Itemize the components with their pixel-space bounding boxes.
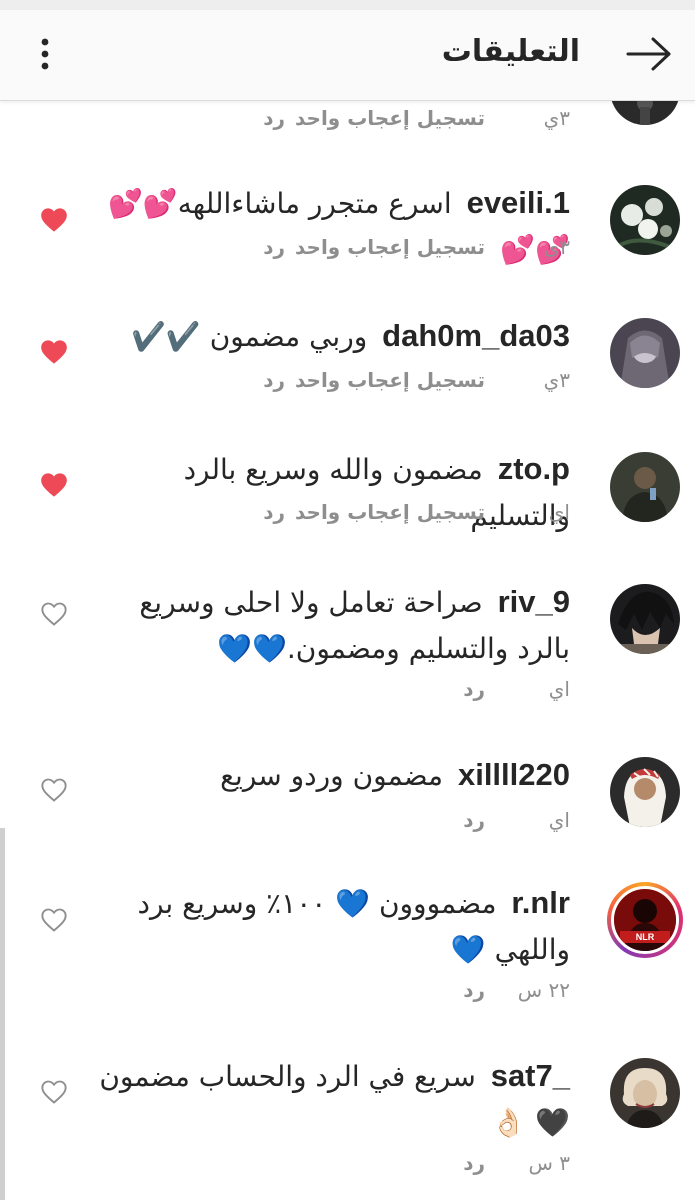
like-count-link[interactable]: تسجيل إعجاب واحد — [285, 368, 485, 392]
avatar[interactable] — [610, 452, 680, 522]
comment-text: _sat7 سريع في الرد والحساب مضمون🖤 👌🏻 — [95, 1053, 570, 1146]
like-count-link[interactable]: تسجيل إعجاب واحد — [285, 106, 485, 130]
comment-time: اي — [548, 500, 570, 524]
arrow-right-icon[interactable] — [625, 34, 673, 74]
reply-button[interactable]: رد — [225, 106, 285, 130]
comment-time: ٣ي — [543, 106, 570, 130]
comment-username[interactable]: _sat7 — [491, 1058, 570, 1093]
comment-username[interactable]: r.nlr — [511, 885, 570, 920]
like-count-link[interactable]: تسجيل إعجاب واحد — [285, 500, 485, 524]
comment-text: xillll220 مضمون وردو سريع — [95, 752, 570, 799]
comment-body: وربي مضمون ✔️✔️ — [131, 320, 368, 353]
comment-meta: ٣ي تسجيل إعجاب واحدرد — [225, 106, 570, 130]
comment-time: ٣ي — [543, 368, 570, 392]
comment-username[interactable]: xillll220 — [458, 757, 570, 792]
comment-time: اي — [548, 677, 570, 701]
heart-outline-icon[interactable] — [40, 907, 68, 933]
avatar[interactable] — [610, 185, 680, 255]
comment-username[interactable]: zto.p — [498, 451, 570, 486]
comment-text: r.nlr مضمووون 💙 ١٠٠٪ وسريع برد واللهي 💙 — [95, 880, 570, 973]
comment-text: zto.p مضمون والله وسريع بالرد والتسليم — [95, 446, 570, 539]
heart-filled-icon[interactable] — [40, 472, 68, 498]
status-bar — [0, 0, 695, 10]
comment-username[interactable]: 9_riv — [498, 584, 570, 619]
heart-outline-icon[interactable] — [40, 601, 68, 627]
avatar[interactable] — [610, 1058, 680, 1128]
reply-button[interactable]: رد — [425, 677, 485, 701]
comment-body: مضمون وردو سريع — [220, 759, 444, 792]
avatar-story-ring[interactable]: NLR — [607, 882, 683, 958]
page-title: التعليقات — [441, 34, 580, 69]
comment-meta: اي رد — [425, 677, 570, 701]
like-count-link[interactable]: تسجيل إعجاب واحد — [285, 235, 485, 259]
avatar[interactable] — [610, 757, 680, 827]
comment-text: 9_riv صراحة تعامل ولا احلى وسريع بالرد و… — [95, 579, 570, 672]
comment-meta: ٢٢ س رد — [425, 978, 570, 1002]
heart-outline-icon[interactable] — [40, 777, 68, 803]
heart-filled-icon[interactable] — [40, 339, 68, 365]
more-vertical-icon[interactable] — [30, 34, 60, 74]
comment-time: ٣ س — [528, 1151, 570, 1175]
heart-filled-icon[interactable] — [40, 207, 68, 233]
comment-time: ٢٢ س — [517, 978, 570, 1002]
reply-button[interactable]: رد — [425, 1151, 485, 1175]
scroll-indicator — [0, 828, 5, 1200]
reply-button[interactable]: رد — [225, 235, 285, 259]
comment-body: مضمووون 💙 ١٠٠٪ وسريع برد واللهي 💙 — [137, 887, 570, 966]
comment-time: ٣ي — [543, 235, 570, 259]
comment-meta: ٣ س رد — [425, 1151, 570, 1175]
comment-username[interactable]: eveili.1 — [467, 185, 570, 220]
avatar[interactable] — [610, 318, 680, 388]
comment-meta: ٣ي تسجيل إعجاب واحدرد — [225, 368, 570, 392]
svg-text:NLR: NLR — [636, 932, 655, 942]
comment-meta: ٣ي تسجيل إعجاب واحدرد — [225, 235, 570, 259]
reply-button[interactable]: رد — [425, 978, 485, 1002]
comment-username[interactable]: dah0m_da03 — [382, 318, 570, 353]
heart-outline-icon[interactable] — [40, 1079, 68, 1105]
reply-button[interactable]: رد — [225, 368, 285, 392]
comment-meta: اي تسجيل إعجاب واحدرد — [225, 500, 570, 524]
avatar[interactable] — [610, 584, 680, 654]
reply-button[interactable]: رد — [425, 808, 485, 832]
comment-text: eveili.1 اسرع متجرر ماشاءاللهه💕💕💕💕 — [95, 180, 570, 273]
comment-meta: اي رد — [425, 808, 570, 832]
comments-header: التعليقات — [0, 10, 695, 101]
comment-text: dah0m_da03 وربي مضمون ✔️✔️ — [95, 313, 570, 360]
comment-time: اي — [548, 808, 570, 832]
reply-button[interactable]: رد — [225, 500, 285, 524]
